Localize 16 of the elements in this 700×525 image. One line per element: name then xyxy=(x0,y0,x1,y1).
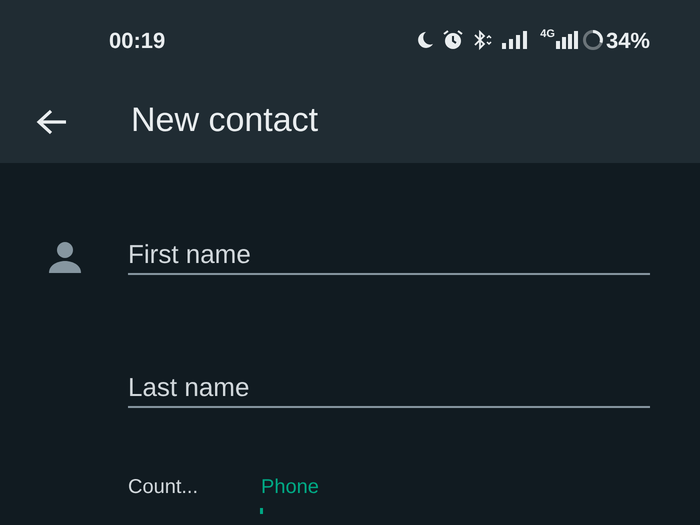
signal-icon xyxy=(502,31,528,49)
text-field[interactable]: First name xyxy=(128,237,650,275)
country-label: Count... xyxy=(128,475,200,500)
signal-icon xyxy=(556,31,578,49)
battery-ring-icon xyxy=(582,29,604,51)
status-time: 00:19 xyxy=(109,26,166,54)
screen-title: New contact xyxy=(131,100,318,141)
battery-percentage: 34% xyxy=(606,26,650,54)
back-arrow-icon xyxy=(36,108,68,136)
bluetooth-icon xyxy=(472,29,494,51)
text-field[interactable]: Last name xyxy=(128,370,650,408)
network-type: 4G xyxy=(540,27,555,42)
phone-label: Phone xyxy=(261,475,319,500)
alarm-clock-icon xyxy=(442,29,464,51)
person-icon xyxy=(48,241,82,273)
text-cursor xyxy=(260,508,263,514)
